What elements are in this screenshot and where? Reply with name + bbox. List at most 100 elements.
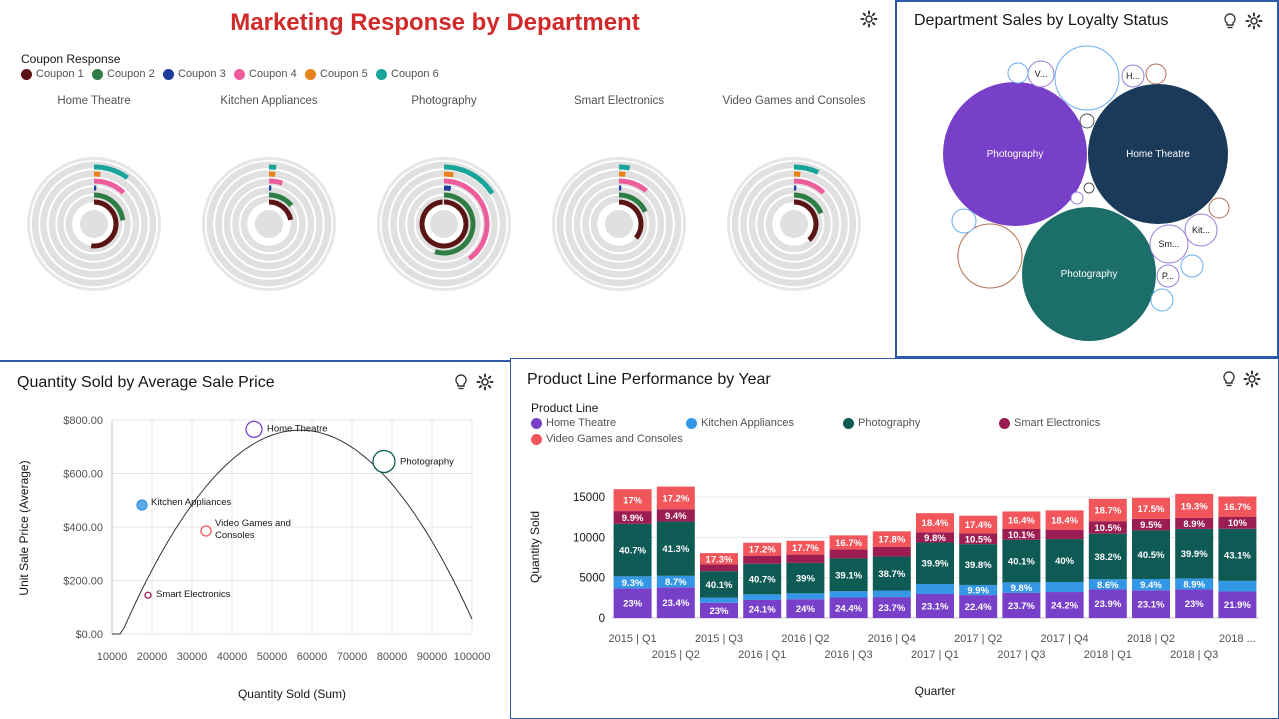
x-tick-label: 100000 (454, 651, 491, 663)
bar-data-label: 10.1% (1008, 530, 1035, 541)
bar-stack-2016-q3[interactable]: 24.4% 39.1% 16.7% (829, 535, 868, 618)
bar-stack-2015-q2[interactable]: 23.4% 8.7% 41.3% 9.4% 17.2% (656, 486, 695, 618)
ring-center (605, 210, 633, 238)
bar-segment-kitchen-appliances[interactable] (829, 591, 868, 598)
bar-stack-2017-q4[interactable]: 24.2% 40% 18.4% (1045, 510, 1084, 618)
bar-data-label: 38.2% (1094, 552, 1121, 563)
bubble-photography[interactable]: Photography (1022, 207, 1156, 341)
bar-data-label: 23.4% (662, 598, 689, 609)
bar-stack-2018-q3[interactable]: 23% 8.9% 39.9% 8.9% 19.3% (1175, 493, 1214, 618)
bar-data-label: 10.5% (1094, 523, 1121, 534)
bar-segment-kitchen-appliances[interactable] (700, 597, 738, 603)
bar-segment-smart-electronics[interactable] (829, 549, 868, 559)
bubble-small[interactable] (1070, 191, 1084, 205)
bar-data-label: 23.1% (922, 601, 949, 612)
point-label: Photography (400, 456, 454, 467)
bar-segment-kitchen-appliances[interactable] (872, 590, 911, 598)
bar-segment-kitchen-appliances[interactable] (743, 594, 782, 600)
bubble-unlabeled[interactable] (1054, 45, 1120, 111)
quantity-price-panel: Quantity Sold by Average Sale Price 1000… (0, 360, 510, 719)
bubble-small[interactable] (1145, 63, 1167, 85)
bar-data-label: 43.1% (1224, 550, 1251, 561)
arc-coupon-5[interactable] (443, 171, 454, 178)
x-tick-label: 2017 | Q3 (997, 649, 1045, 661)
bar-data-label: 9.4% (665, 511, 687, 522)
y-tick-label: 5000 (579, 573, 605, 585)
bar-data-label: 40.7% (749, 575, 776, 586)
radial-smart-electronics[interactable] (552, 157, 686, 291)
bar-data-label: 9.8% (1011, 583, 1033, 594)
bar-segment-kitchen-appliances[interactable] (1045, 581, 1084, 593)
product-line-panel: Product Line Performance by Year Product… (510, 358, 1279, 719)
bubble-small[interactable] (951, 208, 977, 234)
point-photography[interactable]: Photography (372, 449, 454, 474)
bubble-unlabeled[interactable] (957, 223, 1023, 289)
bar-data-label: 9.3% (622, 578, 644, 589)
arc-coupon-6[interactable] (618, 164, 631, 171)
bubble-small[interactable] (1083, 182, 1095, 194)
bar-segment-smart-electronics[interactable] (872, 546, 911, 557)
bar-stack-2017-q2[interactable]: 22.4% 9.9% 39.8% 10.5% 17.4% (959, 515, 998, 618)
bubble-p[interactable]: P... (1156, 264, 1180, 288)
bar-data-label: 22.4% (965, 602, 992, 613)
arc-coupon-4[interactable] (268, 178, 284, 186)
marketing-response-panel: Marketing Response by Department Coupon … (0, 0, 895, 358)
point-smart-electronics[interactable]: Smart Electronics (144, 589, 231, 600)
y-tick-label: 0 (599, 613, 605, 625)
point-label: Home Theatre (267, 423, 328, 434)
bar-data-label: 24% (796, 604, 816, 615)
bar-data-label: 24.4% (835, 603, 862, 614)
bar-segment-smart-electronics[interactable] (1045, 529, 1084, 540)
bubble-small[interactable] (1180, 254, 1204, 278)
bubble-v[interactable]: V... (1027, 60, 1055, 88)
point-kitchen-appliances[interactable]: Kitchen Appliances (136, 497, 232, 511)
radial-video-games-and-consoles[interactable] (727, 157, 861, 291)
bar-data-label: 16.7% (1224, 502, 1251, 513)
bar-data-label: 9.4% (1140, 580, 1162, 591)
bar-stack-2016-q2[interactable]: 24% 39% 17.7% (786, 540, 825, 618)
bubble-home-theatre[interactable]: Home Theatre (1088, 84, 1228, 224)
bar-stack-2015-q1[interactable]: 23% 9.3% 40.7% 9.9% 17% (613, 489, 652, 618)
x-tick-label: 2016 | Q4 (868, 633, 916, 645)
bar-data-label: 40.5% (1138, 550, 1165, 561)
bar-segment-kitchen-appliances[interactable] (786, 593, 825, 600)
bubble-h[interactable]: H... (1121, 64, 1145, 88)
radial-kitchen-appliances[interactable] (202, 157, 336, 291)
bubble-chart: Photography Home Theatre Photography V... H.… (943, 45, 1230, 341)
point-label: Video Games and (215, 518, 291, 529)
bubble-photography[interactable]: Photography (943, 82, 1087, 226)
radial-photography[interactable] (377, 157, 511, 291)
bubble-small[interactable] (1079, 113, 1095, 129)
arc-coupon-3[interactable] (443, 185, 452, 192)
point-video-games-and-consoles[interactable]: Video Games andConsoles (200, 518, 291, 541)
bar-stack-2017-q3[interactable]: 23.7% 9.8% 40.1% 10.1% 16.4% (1002, 511, 1041, 618)
bubble-small[interactable] (1150, 288, 1174, 312)
bar-stack-2018[interactable]: 21.9% 43.1% 10% 16.7% (1218, 496, 1257, 618)
bar-segment-kitchen-appliances[interactable] (916, 583, 954, 594)
bubble-kit[interactable]: Kit... (1184, 213, 1218, 247)
bar-segment-smart-electronics[interactable] (786, 554, 825, 563)
bubble-small[interactable] (1208, 197, 1230, 219)
bar-stack-2016-q4[interactable]: 23.7% 38.7% 17.8% (872, 531, 911, 618)
point-home-theatre[interactable]: Home Theatre (245, 420, 328, 439)
bar-data-label: 19.3% (1181, 501, 1208, 512)
bar-stack-2018-q1[interactable]: 23.9% 8.6% 38.2% 10.5% 18.7% (1088, 498, 1127, 618)
bar-segment-smart-electronics[interactable] (700, 564, 738, 572)
bubble-small[interactable] (1007, 62, 1029, 84)
bar-stack-2017-q1[interactable]: 23.1% 39.9% 9.8% 18.4% (916, 513, 954, 618)
bar-segment-smart-electronics[interactable] (743, 555, 782, 564)
radial-home-theatre[interactable] (27, 157, 161, 291)
bar-segment-kitchen-appliances[interactable] (1218, 580, 1257, 592)
bar-data-label: 17.8% (878, 535, 905, 546)
bubble-label: Sm... (1158, 239, 1179, 249)
ring-center (80, 210, 108, 238)
bubble-sm[interactable]: Sm... (1149, 224, 1189, 264)
bar-stack-2015-q3[interactable]: 23% 40.1% 17.3% (700, 553, 738, 618)
bar-data-label: 16.4% (1008, 516, 1035, 527)
bar-data-label: 17.2% (749, 545, 776, 556)
bar-data-label: 17.7% (792, 543, 819, 554)
bubble-label: V... (1035, 69, 1048, 79)
bar-stack-2018-q2[interactable]: 23.1% 9.4% 40.5% 9.5% 17.5% (1132, 497, 1170, 618)
bar-stack-2016-q1[interactable]: 24.1% 40.7% 17.2% (743, 542, 782, 618)
bar-data-label: 23% (1185, 599, 1205, 610)
